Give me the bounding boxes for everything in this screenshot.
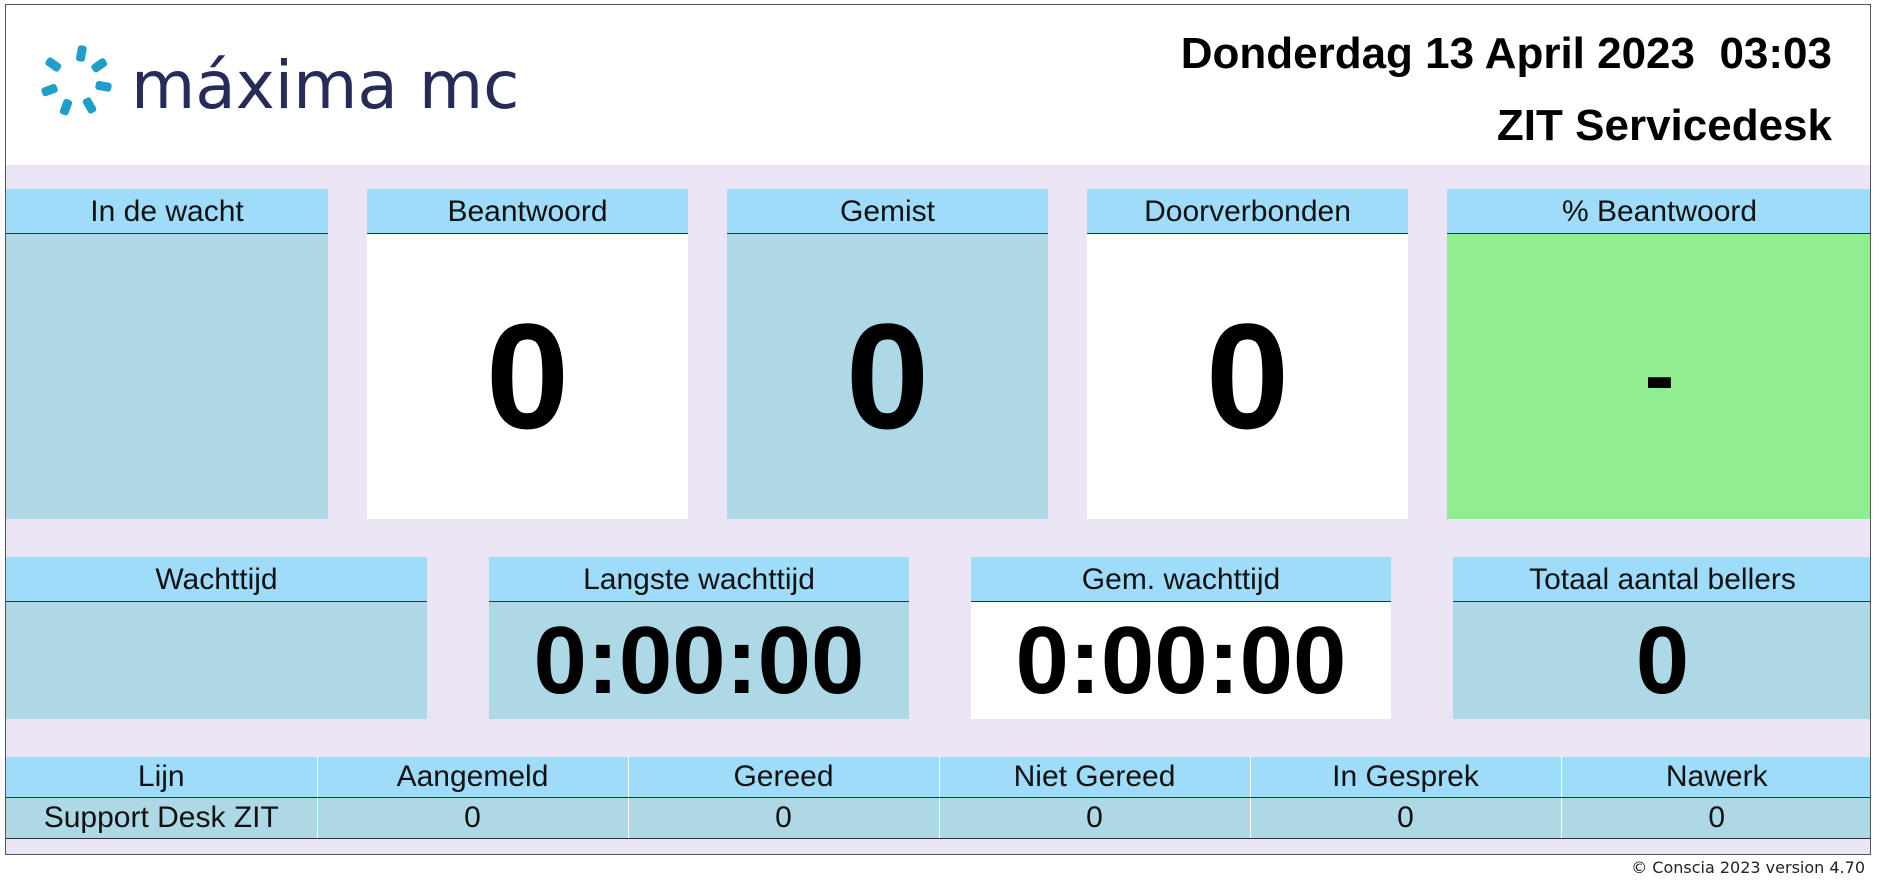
current-datetime: Donderdag 13 April 2023 03:03: [1180, 29, 1832, 78]
table-cell-gereed: 0: [628, 797, 940, 839]
tile-beantwoord: Beantwoord 0: [367, 189, 688, 519]
table-row: Support Desk ZIT 0 0 0 0 0: [6, 797, 1870, 839]
tile-value: 0:00:00: [489, 602, 909, 719]
tile-label: Wachttijd: [6, 557, 427, 602]
column-header-niet-gereed: Niet Gereed: [939, 757, 1251, 798]
table-header-row: Lijn Aangemeld Gereed Niet Gereed In Ges…: [6, 757, 1870, 798]
tile-value: -: [1447, 234, 1870, 519]
table-cell-in-gesprek: 0: [1250, 797, 1562, 839]
tile-label: Totaal aantal bellers: [1453, 557, 1870, 602]
tile-wachttijd: Wachttijd: [6, 557, 427, 719]
column-header-nawerk: Nawerk: [1561, 757, 1870, 798]
lines-table: Lijn Aangemeld Gereed Niet Gereed In Ges…: [6, 757, 1870, 839]
tile-label: In de wacht: [6, 189, 328, 234]
tile-label: Gemist: [727, 189, 1048, 234]
tile-value: 0: [1087, 234, 1408, 519]
tile-value: 0: [367, 234, 688, 519]
tile-doorverbonden: Doorverbonden 0: [1087, 189, 1408, 519]
department-title: ZIT Servicedesk: [1496, 101, 1832, 150]
tile-label: Beantwoord: [367, 189, 688, 234]
tile-value: [6, 602, 427, 719]
tile-label: Doorverbonden: [1087, 189, 1408, 234]
tile-gemist: Gemist 0: [727, 189, 1048, 519]
tile-langste-wachttijd: Langste wachttijd 0:00:00: [489, 557, 909, 719]
logo-text: máxima mc: [131, 47, 520, 124]
tile-label: % Beantwoord: [1447, 189, 1870, 234]
maxima-logo-icon: [41, 45, 112, 116]
column-header-in-gesprek: In Gesprek: [1250, 757, 1562, 798]
tile-value: 0: [727, 234, 1048, 519]
table-cell-lijn: Support Desk ZIT: [6, 797, 318, 839]
tile-gem-wachttijd: Gem. wachttijd 0:00:00: [971, 557, 1391, 719]
table-cell-nawerk: 0: [1561, 797, 1870, 839]
tile-pct-beantwoord: % Beantwoord -: [1447, 189, 1870, 519]
tile-totaal-bellers: Totaal aantal bellers 0: [1453, 557, 1870, 719]
tile-value: 0:00:00: [971, 602, 1391, 719]
logo: máxima mc: [36, 41, 519, 131]
dashboard-frame: máxima mc Donderdag 13 April 2023 03:03 …: [5, 4, 1871, 855]
column-header-aangemeld: Aangemeld: [317, 757, 629, 798]
table-cell-niet-gereed: 0: [939, 797, 1251, 839]
footer-version: © Conscia 2023 version 4.70: [1631, 858, 1865, 877]
column-header-lijn: Lijn: [6, 757, 318, 798]
header: máxima mc Donderdag 13 April 2023 03:03 …: [6, 5, 1870, 165]
column-header-gereed: Gereed: [628, 757, 940, 798]
tile-value: 0: [1453, 602, 1870, 719]
tile-value: [6, 234, 328, 519]
table-cell-aangemeld: 0: [317, 797, 629, 839]
tile-in-de-wacht: In de wacht: [6, 189, 328, 519]
tile-label: Langste wachttijd: [489, 557, 909, 602]
tile-label: Gem. wachttijd: [971, 557, 1391, 602]
